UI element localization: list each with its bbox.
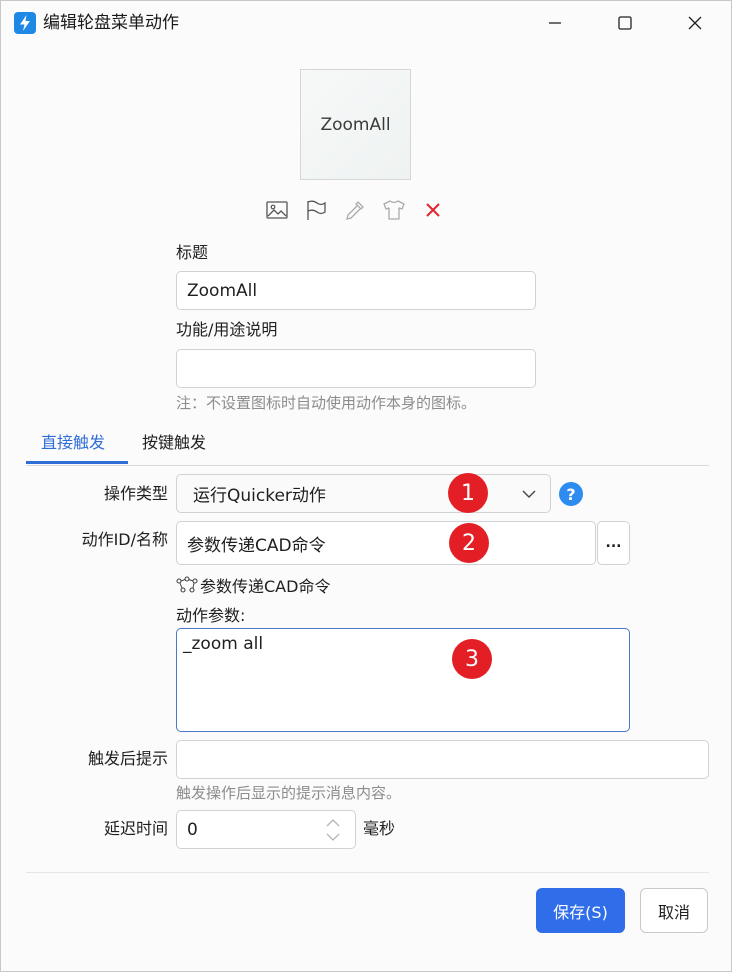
action-params-value: _zoom all (183, 634, 264, 654)
delete-icon (426, 203, 440, 217)
description-input[interactable] (176, 349, 536, 388)
icon-preview-text: ZoomAll (320, 114, 391, 135)
window-title: 编辑轮盘菜单动作 (43, 13, 179, 33)
delay-value: 0 (187, 819, 198, 840)
resolved-action-name: 参数传递CAD命令 (200, 577, 331, 596)
action-params-label: 动作参数: (176, 606, 246, 625)
dialog-window: 编辑轮盘菜单动作 ZoomAll 标题 ZoomAll 功能/用途说明 注：不设… (0, 0, 732, 972)
trigger-tip-input[interactable] (176, 740, 709, 779)
select-flag-button[interactable] (303, 197, 329, 223)
icon-hint: 注：不设置图标时自动使用动作本身的图标。 (176, 394, 477, 412)
pick-color-button[interactable] (342, 197, 368, 223)
maximize-button[interactable] (595, 1, 655, 45)
trigger-tabs: 直接触发 按键触发 (26, 429, 709, 466)
delay-label: 延迟时间 (103, 819, 168, 838)
browse-action-label: ... (605, 535, 622, 551)
title-input-value: ZoomAll (187, 280, 258, 301)
delay-unit: 毫秒 (363, 819, 396, 838)
description-label: 功能/用途说明 (176, 320, 278, 339)
annotation-badge-1: 1 (448, 473, 488, 513)
maximize-icon (618, 16, 632, 30)
action-id-input[interactable]: 参数传递CAD命令 (176, 521, 596, 565)
annotation-badge-3: 3 (452, 639, 492, 679)
close-icon (688, 16, 702, 30)
tshirt-icon (383, 200, 405, 220)
action-params-textarea[interactable]: _zoom all (176, 628, 630, 732)
tab-hotkey-trigger[interactable]: 按键触发 (142, 429, 206, 465)
minimize-button[interactable] (525, 1, 585, 45)
delay-stepper[interactable]: 0 (176, 810, 356, 849)
operation-type-value: 运行Quicker动作 (193, 486, 326, 506)
select-style-button[interactable] (381, 197, 407, 223)
title-label: 标题 (176, 243, 209, 262)
icon-preview[interactable]: ZoomAll (300, 69, 411, 180)
image-icon (266, 201, 288, 219)
operation-type-label: 操作类型 (103, 484, 168, 503)
action-id-label: 动作ID/名称 (81, 530, 168, 549)
tab-direct-trigger[interactable]: 直接触发 (41, 429, 105, 465)
chevron-down-icon (522, 490, 536, 498)
footer-divider (26, 872, 709, 873)
browse-action-button[interactable]: ... (597, 521, 630, 565)
cancel-button[interactable]: 取消 (640, 888, 708, 933)
close-button[interactable] (665, 1, 725, 45)
title-bar: 编辑轮盘菜单动作 (1, 1, 731, 45)
trigger-tip-hint: 触发操作后显示的提示消息内容。 (176, 784, 402, 802)
select-image-button[interactable] (264, 197, 290, 223)
flag-icon (307, 200, 326, 220)
title-input[interactable]: ZoomAll (176, 271, 536, 310)
minimize-icon (549, 22, 561, 24)
action-id-value: 参数传递CAD命令 (187, 535, 326, 556)
eyedropper-icon (346, 201, 364, 220)
action-nodes-icon (176, 576, 198, 593)
clear-icon-button[interactable] (420, 197, 446, 223)
trigger-tip-label: 触发后提示 (87, 749, 168, 768)
save-button[interactable]: 保存(S) (536, 888, 625, 933)
annotation-badge-2: 2 (449, 523, 489, 563)
resolved-action-link[interactable]: 参数传递CAD命令 (176, 574, 330, 596)
quicker-app-icon (14, 12, 36, 34)
operation-type-select[interactable]: 运行Quicker动作 (176, 474, 551, 513)
stepper-arrows-icon[interactable] (325, 817, 341, 843)
active-tab-indicator (26, 461, 128, 464)
help-icon[interactable]: ? (559, 482, 583, 506)
